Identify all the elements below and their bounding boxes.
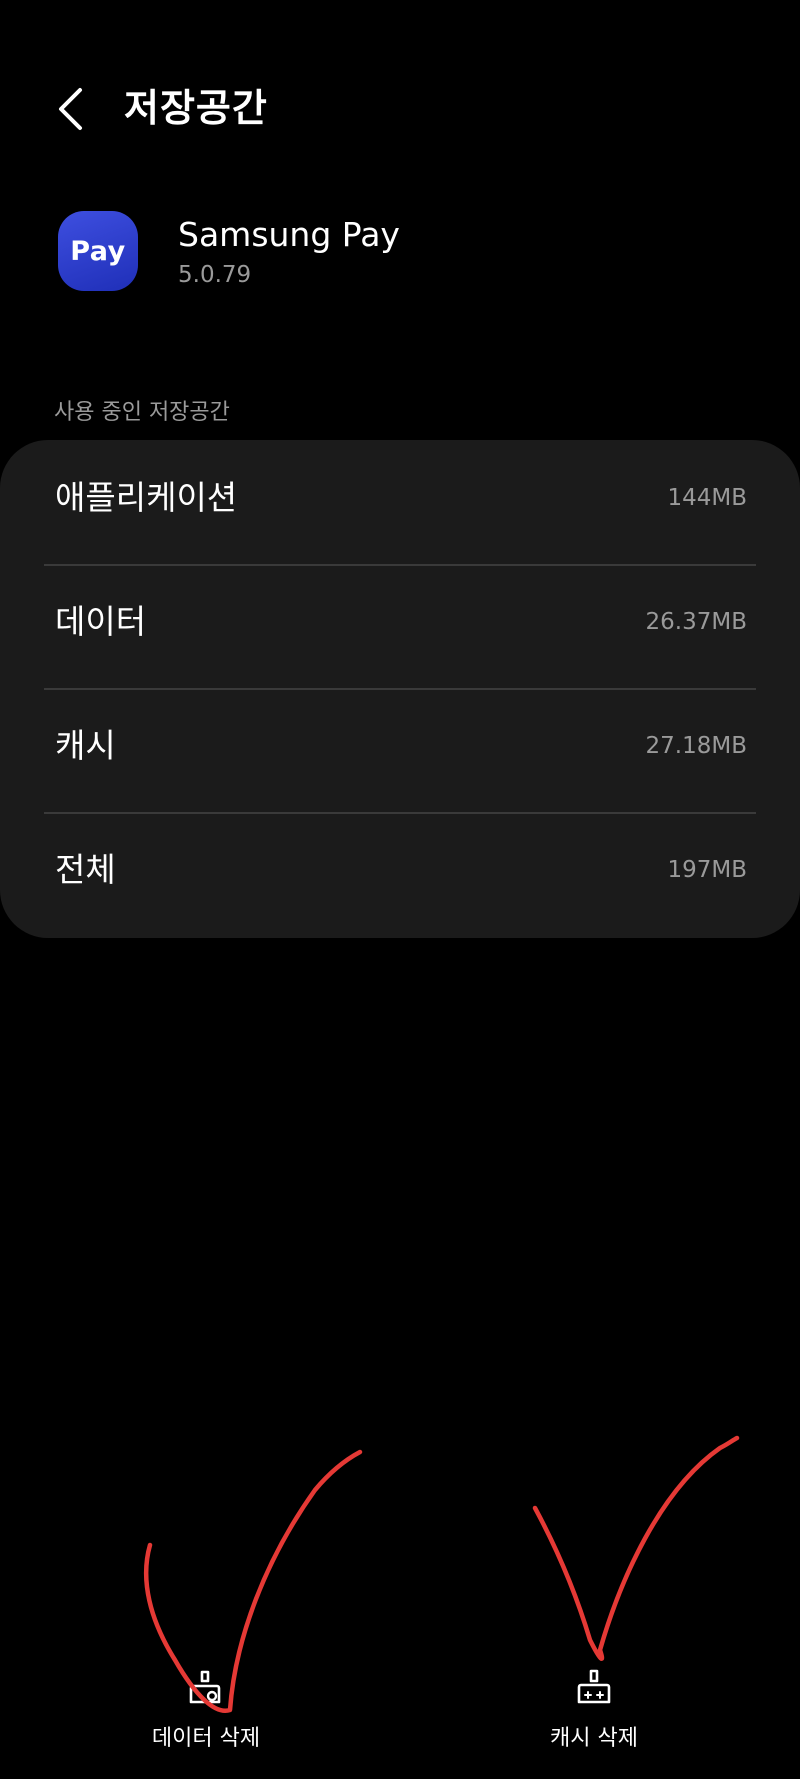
broom-sparkle-icon bbox=[577, 1669, 611, 1704]
divider bbox=[44, 564, 756, 566]
clear-cache-button[interactable]: 캐시 삭제 bbox=[474, 1660, 714, 1760]
storage-value: 27.18MB bbox=[645, 733, 747, 759]
storage-label: 데이터 bbox=[55, 602, 147, 641]
clear-cache-label: 캐시 삭제 bbox=[550, 1726, 638, 1751]
page-title: 저장공간 bbox=[124, 86, 268, 130]
divider bbox=[44, 812, 756, 814]
storage-label: 캐시 bbox=[55, 726, 116, 765]
app-name: Samsung Pay bbox=[178, 215, 400, 254]
app-icon-text: Pay bbox=[70, 235, 126, 267]
storage-row-total: 전체 197MB bbox=[44, 820, 756, 944]
chevron-left-icon bbox=[59, 88, 82, 130]
broom-icon bbox=[189, 1670, 221, 1704]
app-bar: 저장공간 bbox=[0, 0, 800, 215]
clear-data-button[interactable]: 데이터 삭제 bbox=[86, 1660, 326, 1760]
app-version: 5.0.79 bbox=[178, 262, 252, 288]
annotation-check-clear-cache bbox=[532, 1435, 740, 1661]
storage-row-cache: 캐시 27.18MB bbox=[44, 696, 756, 820]
storage-value: 26.37MB bbox=[645, 609, 747, 635]
section-label: 사용 중인 저장공간 bbox=[54, 400, 230, 425]
app-info: Pay Samsung Pay 5.0.79 bbox=[0, 205, 800, 305]
storage-label: 전체 bbox=[55, 850, 116, 889]
samsung-pay-app-icon: Pay bbox=[58, 211, 138, 291]
storage-row-data: 데이터 26.37MB bbox=[44, 572, 756, 696]
storage-row-application: 애플리케이션 144MB bbox=[44, 448, 756, 572]
storage-label: 애플리케이션 bbox=[55, 478, 238, 517]
back-button[interactable] bbox=[50, 84, 90, 134]
storage-value: 144MB bbox=[667, 485, 747, 511]
storage-value: 197MB bbox=[667, 857, 747, 883]
divider bbox=[44, 688, 756, 690]
clear-data-label: 데이터 삭제 bbox=[151, 1726, 261, 1751]
